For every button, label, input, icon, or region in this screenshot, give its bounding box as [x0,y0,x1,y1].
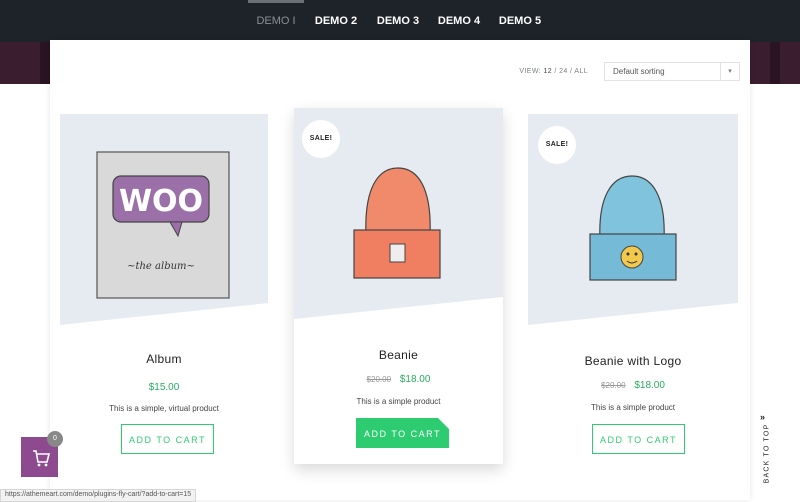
add-to-cart-button[interactable]: ADD TO CART [121,424,214,454]
product-title[interactable]: Beanie [294,348,503,362]
price-current: $15.00 [148,382,180,393]
price-old: $20.00 [366,375,392,384]
view-option-12[interactable]: 12 [543,68,552,75]
product-price: $20.00 $18.00 [294,374,503,385]
product-panel: VIEW: 12 / 24 / ALL Default sorting ▾ WO… [50,40,750,500]
cart-count-badge: 0 [47,431,63,447]
view-option-24[interactable]: 24 [559,68,568,75]
sale-badge: SALE! [538,126,576,164]
price-current: $18.00 [399,374,431,385]
add-to-cart-button[interactable]: ADD TO CART [592,424,685,454]
album-art-title: WOO [119,184,203,219]
chevron-up-double-icon: » [760,412,766,422]
product-description: This is a simple product [590,403,676,412]
tab-demo-5[interactable]: DEMO 5 [494,0,546,42]
view-option-all[interactable]: ALL [574,68,588,75]
tab-demo-2[interactable]: DEMO 2 [310,0,362,42]
price-old: $20.00 [601,381,626,390]
price-current: $18.00 [634,380,665,391]
product-title[interactable]: Beanie with Logo [528,354,738,368]
product-card-beanie-with-logo[interactable]: SALE! Beanie with Logo $20.00 $18.00 Thi… [528,114,738,466]
product-price: $15.00 [60,382,268,393]
tab-demo-1[interactable]: DEMO I [248,0,304,42]
album-art-subtitle: ~the album~ [127,261,195,272]
top-navigation: DEMO I DEMO 2 DEMO 3 DEMO 4 DEMO 5 [0,0,800,42]
back-to-top-link[interactable]: BACK TO TOP » [760,412,772,492]
sort-value: Default sorting [613,67,665,76]
tab-demo-3[interactable]: DEMO 3 [372,0,424,42]
product-price: $20.00 $18.00 [528,380,738,391]
sort-select[interactable]: Default sorting ▾ [604,62,740,81]
product-description: This is a simple, virtual product [109,404,219,413]
product-card-beanie[interactable]: SALE! Beanie $20.00 $18.00 This is a sim… [294,108,503,464]
product-title[interactable]: Album [60,352,268,366]
status-bar-url: https://athemeart.com/demo/plugins-fly-c… [0,489,197,502]
add-to-cart-button[interactable]: ADD TO CART [356,418,449,448]
product-description: This is a simple product [356,397,441,406]
view-selector: VIEW: 12 / 24 / ALL [519,68,588,75]
product-image-album[interactable]: WOO ~the album~ [60,114,268,342]
view-label: VIEW: [519,68,542,75]
fold-corner-icon [438,418,449,429]
product-card-album[interactable]: WOO ~the album~ Album $15.00 This is a s… [60,114,268,466]
sale-badge: SALE! [302,120,340,158]
back-to-top-label: BACK TO TOP [763,423,771,484]
add-to-cart-label: ADD TO CART [363,429,441,439]
chevron-down-icon: ▾ [720,63,739,80]
tab-demo-4[interactable]: DEMO 4 [433,0,485,42]
